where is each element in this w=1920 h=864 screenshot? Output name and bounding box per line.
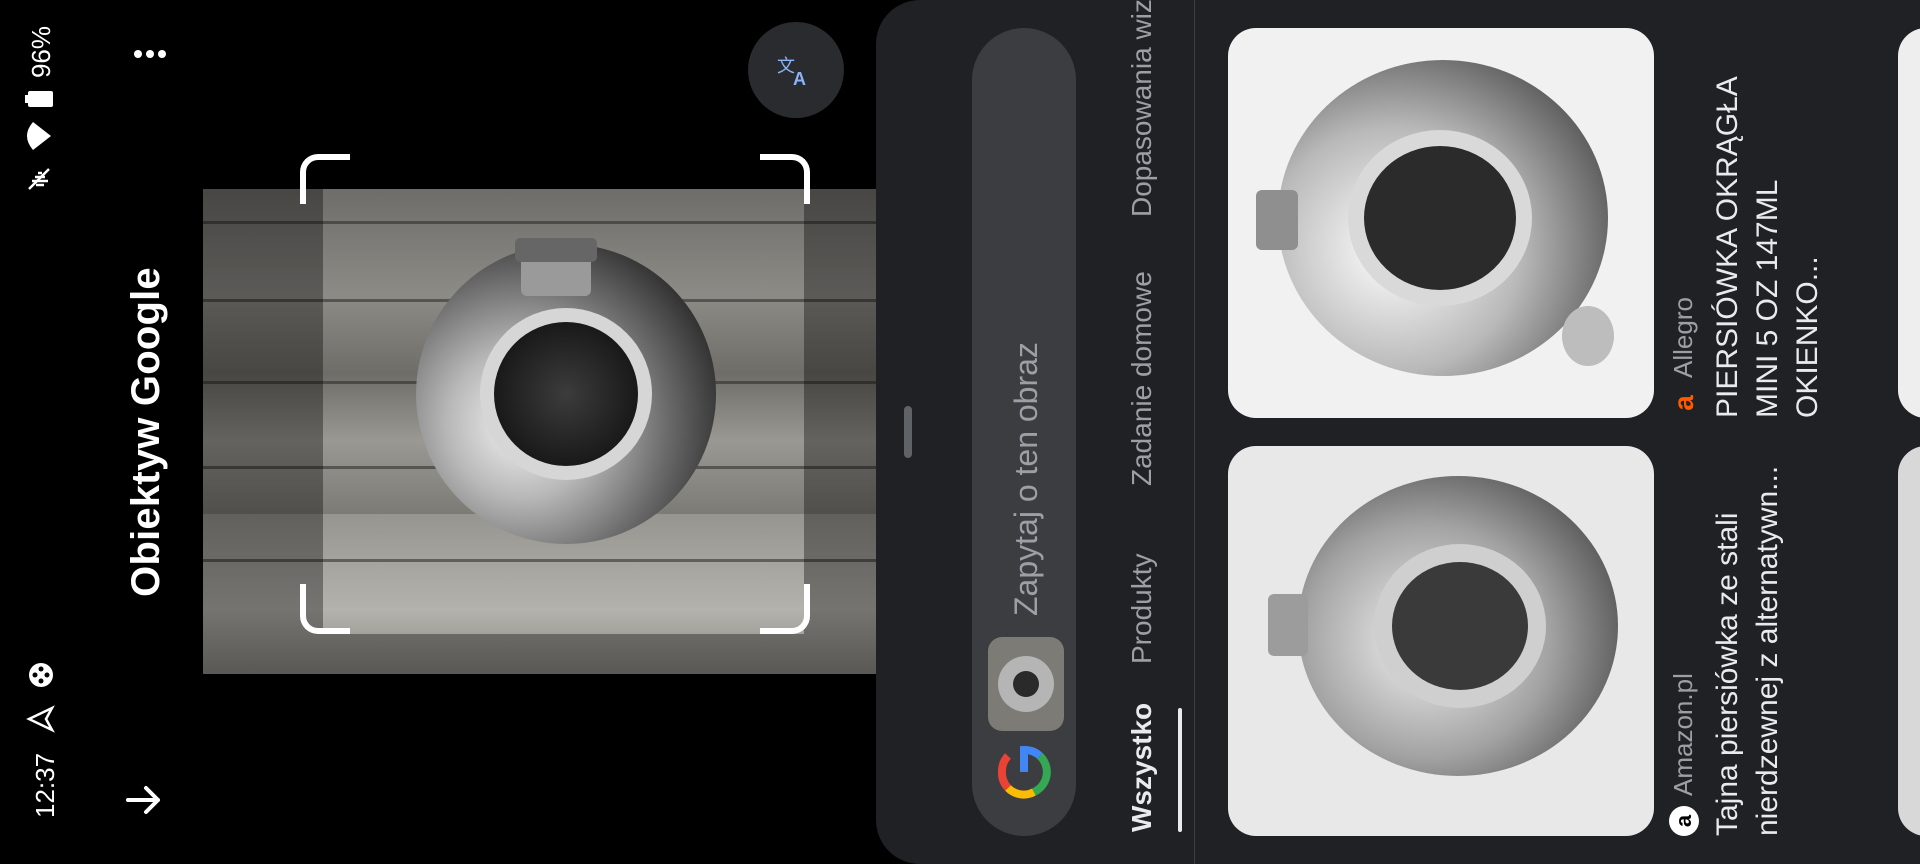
tab-zadanie-domowe[interactable]: Zadanie domowe [1126, 271, 1158, 486]
active-tab-indicator [1178, 708, 1182, 832]
navigation-icon [26, 704, 61, 734]
translate-button[interactable]: 文 A [748, 22, 844, 118]
result-tabs: Wszystko Produkty Zadanie domowe Dopasow… [1098, 0, 1194, 864]
search-box[interactable]: Zapytaj o ten obraz [972, 28, 1076, 836]
mute-icon [24, 164, 59, 194]
result-image-amazon[interactable] [1228, 446, 1654, 836]
results-sheet[interactable]: Zapytaj o ten obraz Wszystko Produkty Za… [876, 0, 1920, 864]
crop-handle-top-right[interactable] [300, 154, 350, 204]
status-bar: 12:37 96% [0, 0, 80, 864]
battery-icon [24, 90, 59, 108]
app-title: Obiektyw Google [124, 267, 168, 597]
status-time: 12:37 [30, 752, 60, 818]
crop-handle-top-left[interactable] [300, 584, 350, 634]
allegro-icon: a [1668, 388, 1699, 418]
amazon-icon: a [1668, 806, 1699, 836]
result-image-allegro[interactable] [1228, 28, 1654, 418]
search-placeholder: Zapytaj o ten obraz [1008, 342, 1044, 616]
crop-handle-bottom-left[interactable] [760, 584, 810, 634]
wifi-icon [24, 120, 59, 152]
result-source-name: Amazon.pl [1668, 673, 1698, 796]
tab-produkty[interactable]: Produkty [1126, 554, 1158, 665]
more-vert-icon[interactable] [130, 34, 170, 74]
result-title-amazon[interactable]: Tajna piersiówka ze stali nierdzewnej z … [1708, 446, 1788, 836]
google-g-icon [996, 744, 1052, 800]
svg-text:A: A [793, 69, 806, 89]
game-controller-icon [26, 660, 61, 690]
search-image-thumbnail[interactable] [988, 637, 1064, 731]
result-source-allegro[interactable]: a Allegro [1668, 297, 1699, 418]
sheet-drag-handle[interactable] [904, 406, 912, 458]
battery-percentage: 96% [26, 26, 56, 79]
tab-dopasowania-wiz[interactable]: Dopasowania wiz [1126, 0, 1158, 217]
crop-handle-bottom-right[interactable] [760, 154, 810, 204]
tabs-divider [1194, 0, 1195, 864]
result-card-peek-right[interactable] [1898, 28, 1920, 418]
translate-icon: 文 A [774, 50, 819, 90]
tab-wszystko[interactable]: Wszystko [1126, 703, 1158, 832]
result-title-allegro[interactable]: PIERSIÓWKA OKRĄGŁA MINI 5 OZ 147ML OKIEN… [1708, 28, 1828, 418]
result-card-peek-left[interactable] [1898, 446, 1920, 836]
lens-screen: { "status_bar": { "time": "12:37", "batt… [0, 0, 1920, 864]
status-icons-right: 96% [24, 26, 59, 194]
result-source-name: Allegro [1668, 297, 1698, 378]
result-source-amazon[interactable]: a Amazon.pl [1668, 673, 1699, 836]
lens-top-bar: Obiektyw Google [100, 0, 180, 864]
